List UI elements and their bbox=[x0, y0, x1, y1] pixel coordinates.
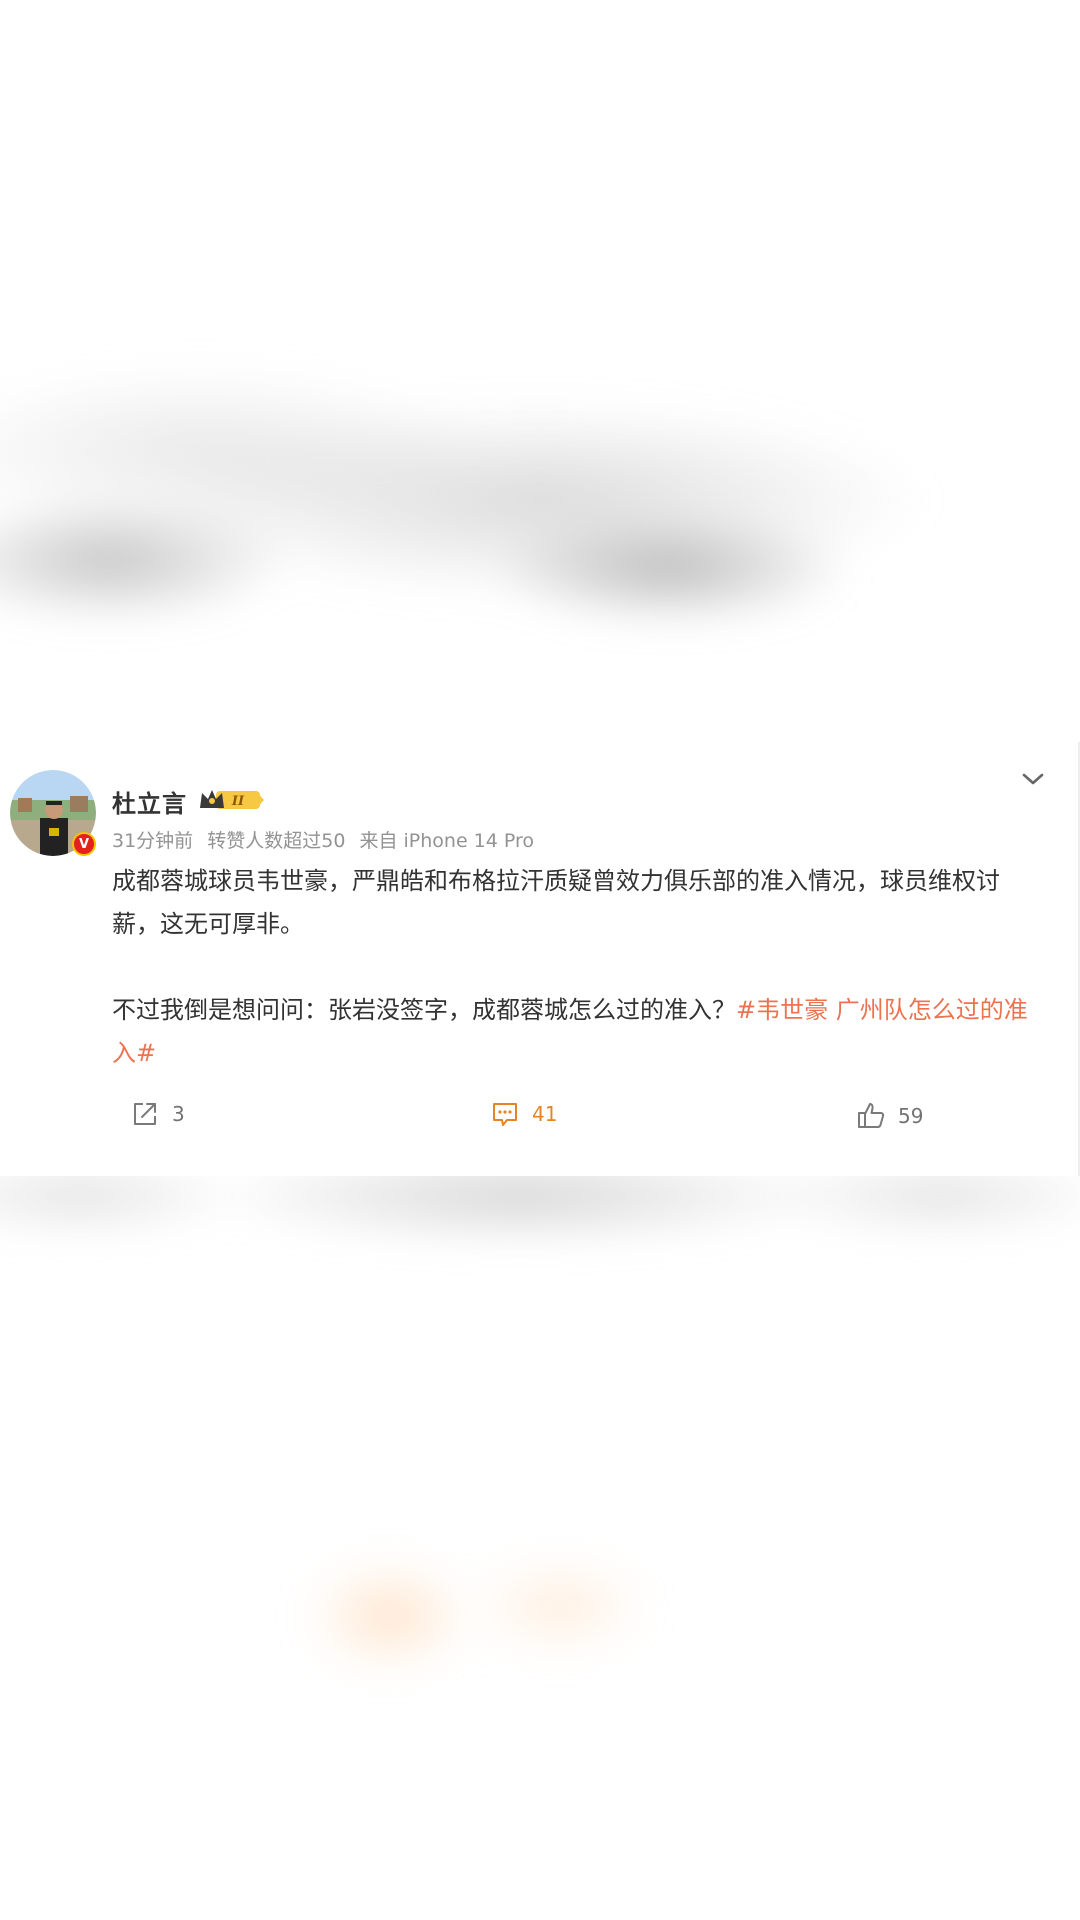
post-source: 来自 iPhone 14 Pro bbox=[359, 830, 535, 852]
blurred-next-post bbox=[0, 1176, 1080, 1920]
post-time[interactable]: 31分钟前 bbox=[112, 830, 193, 852]
post-meta: 31分钟前 转赞人数超过50 来自 iPhone 14 Pro bbox=[112, 826, 542, 853]
thumbs-up-icon bbox=[858, 1103, 885, 1128]
comment-button[interactable]: 41 bbox=[490, 1094, 557, 1134]
blurred-gray-area bbox=[0, 1176, 1080, 1306]
blurred-orange-area bbox=[270, 1516, 710, 1716]
chevron-down-icon[interactable] bbox=[1018, 764, 1048, 794]
share-icon bbox=[134, 1103, 156, 1125]
reposts-note: 转赞人数超过50 bbox=[207, 830, 346, 852]
page: V 杜立言 II 31分钟前 转赞人数超过50 来自 iPhone 14 Pro… bbox=[0, 0, 1080, 1920]
author-name[interactable]: 杜立言 bbox=[112, 784, 187, 819]
comment-icon bbox=[493, 1103, 517, 1126]
like-count: 59 bbox=[898, 1104, 924, 1128]
vip-level-label: II bbox=[231, 794, 245, 809]
author-avatar[interactable]: V bbox=[10, 770, 96, 856]
like-button[interactable]: 59 bbox=[856, 1096, 923, 1136]
verified-badge: V bbox=[72, 832, 96, 856]
action-bar: 3 41 59 bbox=[0, 1094, 1078, 1134]
crown-icon[interactable]: II bbox=[198, 786, 266, 814]
blurred-image-area bbox=[0, 330, 1080, 710]
blurred-previous-post bbox=[0, 0, 1080, 742]
share-count: 3 bbox=[172, 1102, 185, 1126]
post-card[interactable]: V 杜立言 II 31分钟前 转赞人数超过50 来自 iPhone 14 Pro… bbox=[0, 742, 1080, 1176]
comment-count: 41 bbox=[532, 1102, 558, 1126]
share-button[interactable]: 3 bbox=[130, 1094, 185, 1134]
paragraph-text: 不过我倒是想问问：张岩没签字，成都蓉城怎么过的准入？ bbox=[112, 996, 736, 1024]
post-paragraph: 不过我倒是想问问：张岩没签字，成都蓉城怎么过的准入？#韦世豪 广州队怎么过的准入… bbox=[112, 989, 1028, 1075]
post-content: 成都蓉城球员韦世豪，严鼎皓和布格拉汗质疑曾效力俱乐部的准入情况，球员维权讨薪，这… bbox=[112, 860, 1028, 1075]
post-paragraph: 成都蓉城球员韦世豪，严鼎皓和布格拉汗质疑曾效力俱乐部的准入情况，球员维权讨薪，这… bbox=[112, 867, 1000, 938]
